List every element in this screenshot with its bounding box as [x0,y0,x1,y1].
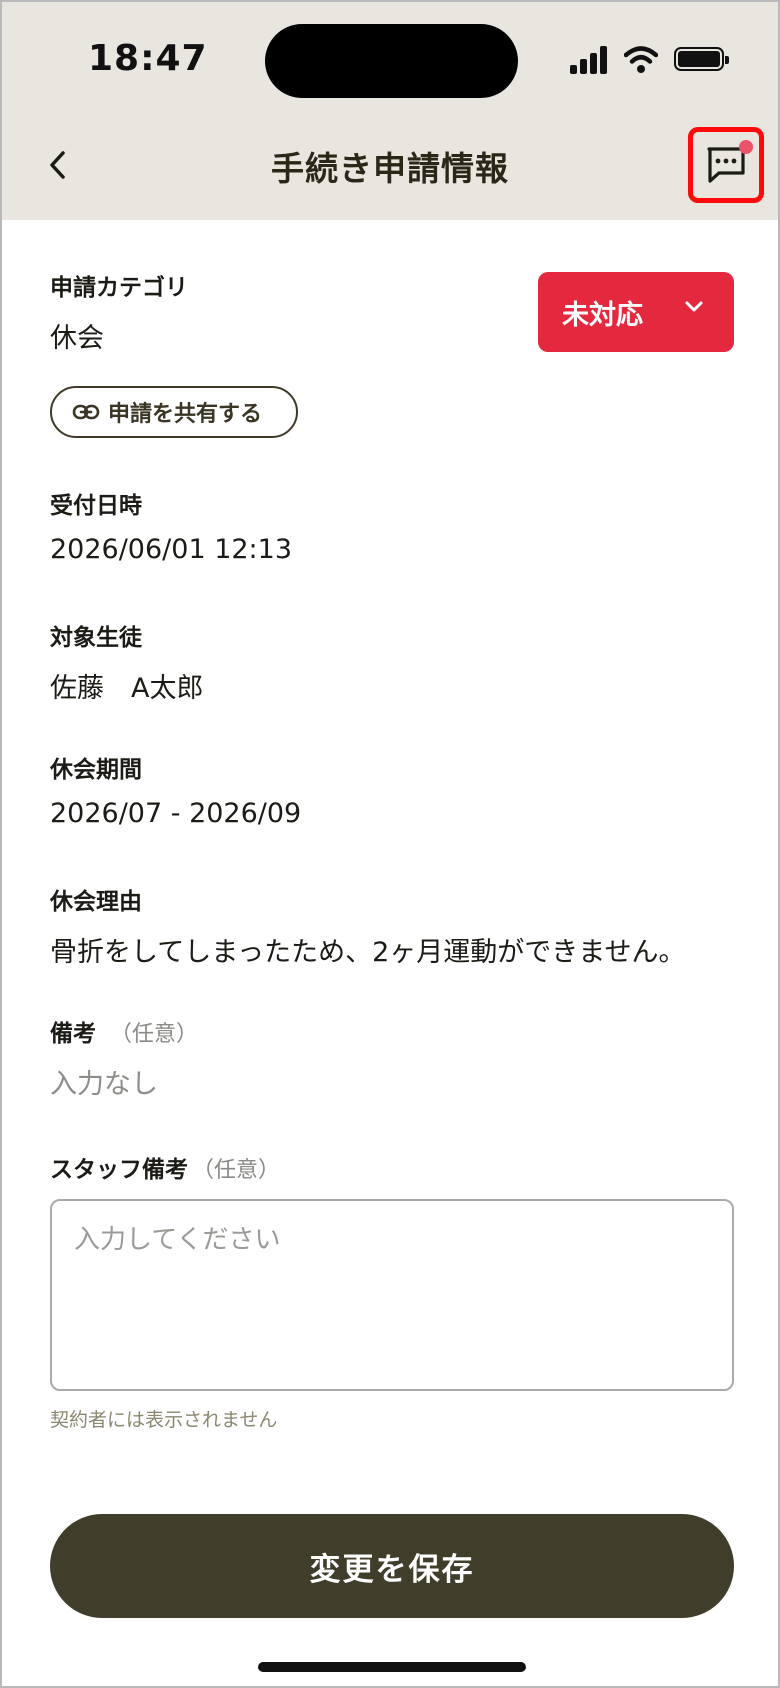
status-dropdown[interactable]: 未対応 [538,272,734,352]
notification-dot [739,140,753,154]
signal-icon [570,46,610,74]
notes-optional: （任意） [110,1022,199,1047]
received-label: 受付日時 [50,493,142,519]
period-value: 2026/07 - 2026/09 [50,798,302,829]
received-value: 2026/06/01 12:13 [50,534,293,565]
phone-screen: 18:47 手続き申請情報 申請カテゴリ 休会 未対応 申請を共有する 受付日時… [0,0,780,1688]
staff-notes-input[interactable] [50,1199,734,1391]
notes-label: 備考 （任意） [50,1014,198,1048]
battery-icon [674,47,729,71]
student-label: 対象生徒 [50,625,142,651]
student-value: 佐藤 A太郎 [50,673,204,704]
staff-notes-label-text: スタッフ備考 [50,1157,188,1183]
period-label: 休会期間 [50,757,142,783]
wifi-icon [624,46,658,73]
chat-button[interactable] [688,127,764,203]
reason-value: 骨折をしてしまったため、2ヶ月運動ができません。 [50,937,686,968]
app-header: 18:47 手続き申請情報 [2,2,778,220]
share-request-button[interactable]: 申請を共有する [50,386,298,438]
link-icon [72,404,100,420]
dynamic-island [265,24,518,98]
category-label: 申請カテゴリ [50,275,188,301]
category-value: 休会 [50,323,104,354]
status-icons [570,44,730,74]
status-time: 18:47 [88,38,208,79]
notes-value: 入力なし [50,1069,158,1100]
status-dropdown-value: 未対応 [562,299,643,331]
reason-label: 休会理由 [50,889,142,915]
share-request-label: 申請を共有する [108,402,263,427]
chevron-down-icon [685,301,703,312]
page-title: 手続き申請情報 [271,149,509,188]
staff-notes-hint: 契約者には表示されません [50,1409,278,1431]
notes-label-text: 備考 [50,1021,96,1047]
staff-notes-optional: （任意） [192,1158,281,1183]
staff-notes-label: スタッフ備考 （任意） [50,1150,280,1184]
home-indicator [258,1662,526,1672]
save-button[interactable]: 変更を保存 [50,1514,734,1618]
